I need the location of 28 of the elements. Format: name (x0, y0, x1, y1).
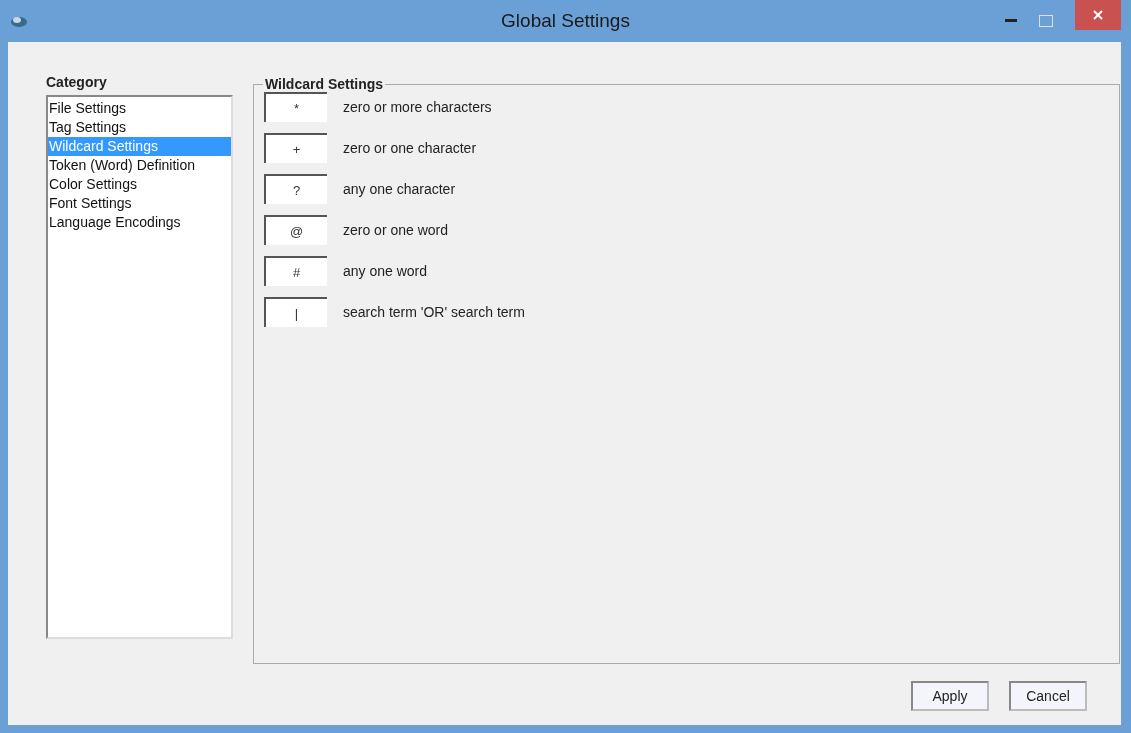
category-item[interactable]: Color Settings (48, 175, 231, 194)
wildcard-field[interactable]: | (264, 297, 327, 327)
wildcard-description: zero or more characters (343, 99, 492, 115)
wildcard-description: zero or one word (343, 222, 449, 238)
category-item[interactable]: Tag Settings (48, 118, 231, 137)
dialog-button[interactable]: Apply (911, 681, 989, 711)
window-title: Global Settings (500, 10, 631, 32)
wildcard-description: zero or one character (343, 140, 477, 156)
wildcard-field[interactable]: @ (264, 215, 327, 245)
category-item[interactable]: Token (Word) Definition (48, 156, 231, 175)
wildcard-field[interactable]: * (264, 92, 327, 122)
category-item[interactable]: File Settings (48, 99, 231, 118)
category-item[interactable]: Language Encodings (48, 213, 231, 232)
category-label: Category (46, 74, 107, 90)
wildcard-field[interactable]: + (264, 133, 327, 163)
app-icon (10, 14, 28, 28)
wildcard-description: search term 'OR' search term (343, 304, 525, 320)
category-item[interactable]: Font Settings (48, 194, 231, 213)
close-icon (1093, 10, 1103, 20)
wildcard-field[interactable]: # (264, 256, 327, 286)
wildcard-field[interactable]: ? (264, 174, 327, 204)
close-button[interactable] (1075, 0, 1121, 30)
maximize-icon[interactable] (1039, 15, 1053, 27)
wildcard-description: any one character (343, 181, 456, 197)
group-title: Wildcard Settings (263, 76, 386, 92)
minimize-icon[interactable] (1005, 19, 1017, 23)
dialog-button[interactable]: Cancel (1009, 681, 1087, 711)
wildcard-description: any one word (343, 263, 428, 279)
